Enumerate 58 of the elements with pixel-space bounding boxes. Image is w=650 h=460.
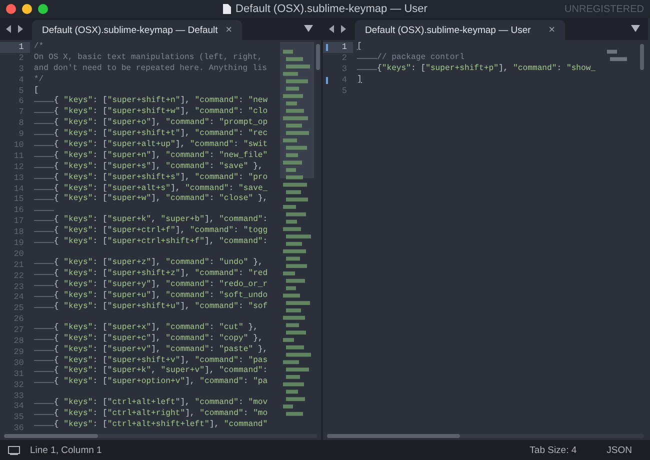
code-line: { "keys": ["super+shift+w"], "command": "clo <box>54 107 268 118</box>
code-line: { "keys": ["super+alt+up"], "command": "swit <box>54 140 268 151</box>
code-line: { "keys": ["ctrl+alt+left"], "command": "mov <box>54 398 268 409</box>
code-line: { "keys": ["super+z"], "command": "undo" }, <box>54 258 263 269</box>
code-line: { "keys": ["super+shift+v"], "command": "pas <box>54 356 268 366</box>
close-icon[interactable]: × <box>226 24 232 36</box>
code-line: { "keys": ["super+shift+u"], "command": "sof <box>54 302 268 313</box>
minimize-button[interactable] <box>22 4 32 14</box>
scrollbar-thumb[interactable] <box>640 44 644 70</box>
code-line: { "keys": ["super+option+v"], "command": "pa <box>54 377 268 388</box>
dropdown-caret-icon[interactable] <box>304 25 313 32</box>
code-line: ] <box>357 74 362 86</box>
code-line: { "keys": ["super+w"], "command": "close" }, <box>54 194 268 206</box>
code-line: { "keys": ["super+alt+s"], "command": "save_ <box>54 184 268 194</box>
comment-line: /* <box>34 42 44 53</box>
code-line: [ <box>34 86 39 96</box>
code-line: { "keys": ["super+x"], "command": "cut" }, <box>54 322 258 334</box>
code-line: { "keys": ["super+k", "super+b"], "command": <box>54 215 268 226</box>
comment-line: // package contorl <box>377 52 464 64</box>
code-line: { "keys": ["super+y"], "command": "redo_or_r <box>54 280 268 291</box>
comment-line: On OS X, basic text manipulations (left, right, <box>34 52 262 64</box>
code-line: { "keys": ["super+ctrl+shift+f"], "command": <box>54 237 268 248</box>
dropdown-caret-icon[interactable] <box>631 25 640 32</box>
tab-size-label[interactable]: Tab Size: 4 <box>530 444 577 456</box>
file-tab[interactable]: Default (OSX).sublime-keymap — User × <box>355 20 565 40</box>
code-line: { "keys": ["ctrl+alt+shift+left"], "command" <box>54 420 268 431</box>
code-line: { "keys": ["super+u"], "command": "soft_undo <box>54 290 268 302</box>
code-line: { "keys": ["super+shift+n"], "command": "new <box>54 96 268 107</box>
window-title: Default (OSX).sublime-keymap — User <box>236 3 428 15</box>
comment-line: */ <box>34 74 44 86</box>
comment-line: and don't need to be repeated here. Anything lis <box>34 64 268 75</box>
license-label: UNREGISTERED <box>564 4 644 14</box>
scrollbar-thumb[interactable] <box>4 434 98 438</box>
panel-toggle-icon[interactable] <box>8 446 20 454</box>
code-line: {"keys": ["super+shift+p"], "command": "show_ <box>377 64 596 75</box>
scrollbar-thumb[interactable] <box>327 434 460 438</box>
cursor-position: Line 1, Column 1 <box>30 444 102 456</box>
maximize-button[interactable] <box>38 4 48 14</box>
line-number: 1 <box>0 42 30 53</box>
document-icon <box>222 4 231 14</box>
code-line: [ <box>357 42 362 53</box>
code-line: { "keys": ["super+shift+z"], "command": "red <box>54 269 268 280</box>
code-line: { "keys": ["super+c"], "command": "copy" }, <box>54 334 263 345</box>
code-line: { "keys": ["super+v"], "command": "paste" }, <box>54 344 268 356</box>
code-line: { "keys": ["super+k", "super+v"], "command": <box>54 366 268 377</box>
scrollbar-thumb[interactable] <box>316 44 320 70</box>
syntax-label[interactable]: JSON <box>606 444 632 456</box>
close-button[interactable] <box>6 4 16 14</box>
code-line: { "keys": ["ctrl+alt+right"], "command": "mo <box>54 409 268 420</box>
code-line: { "keys": ["super+ctrl+f"], "command": "togg <box>54 226 268 237</box>
code-line: { "keys": ["super+s"], "command": "save" }, <box>54 162 263 173</box>
code-line: { "keys": ["super+o"], "command": "prompt_op <box>54 118 268 129</box>
code-line: { "keys": ["super+shift+t"], "command": "rec <box>54 129 268 140</box>
line-number: 1 <box>323 42 353 53</box>
close-icon[interactable]: × <box>548 24 555 36</box>
code-line: { "keys": ["super+n"], "command": "new_file" <box>54 150 268 162</box>
file-tab[interactable]: Default (OSX).sublime-keymap — Default × <box>32 20 242 40</box>
code-line: { "keys": ["super+shift+s"], "command": "pro <box>54 172 268 184</box>
